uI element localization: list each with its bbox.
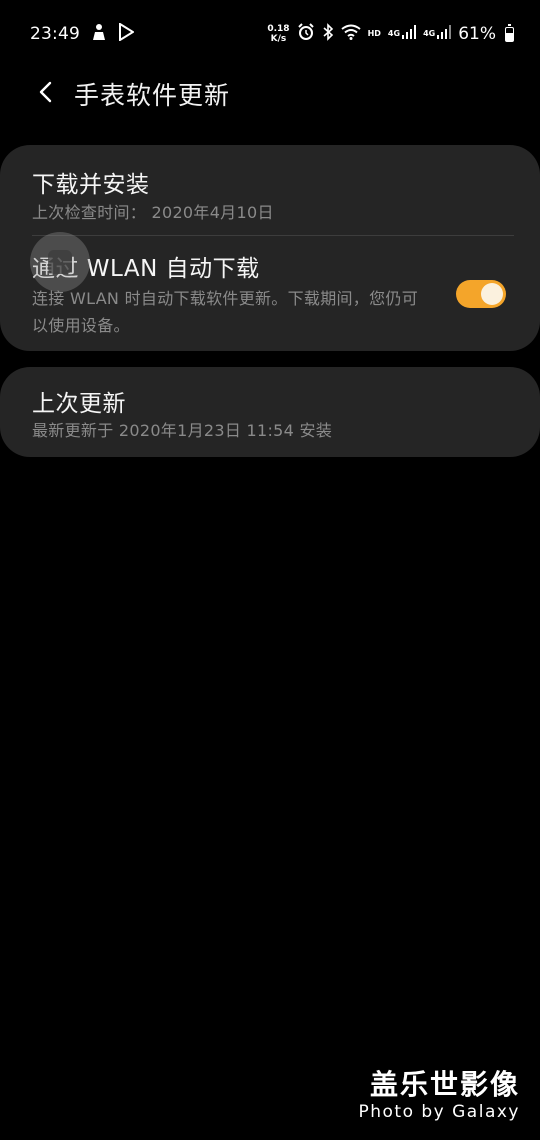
last-update-item[interactable]: 上次更新 最新更新于 2020年1月23日 11:54 安装 <box>0 367 540 457</box>
watermark-title: 盖乐世影像 <box>369 1068 520 1101</box>
wifi-icon <box>340 24 361 45</box>
touch-indicator <box>30 232 90 292</box>
network-type-1: 4G <box>387 29 401 38</box>
person-notification-icon <box>90 23 108 46</box>
download-install-subtitle: 上次检查时间： 2020年4月10日 <box>32 203 274 222</box>
network-type-2: 4G <box>423 29 436 38</box>
status-bar: 23:49 0.18 K/s HD 4G 4G 61% <box>0 0 540 68</box>
divider <box>32 235 514 236</box>
wlan-auto-download-toggle[interactable] <box>456 280 506 308</box>
signal-group-1: 4G <box>387 24 417 44</box>
wlan-auto-download-subtitle: 连接 WLAN 时自动下载软件更新。下载期间，您仍可以使用设备。 <box>32 289 418 335</box>
download-install-title: 下载并安装 <box>32 172 150 198</box>
battery-icon <box>505 23 514 42</box>
last-update-subtitle: 最新更新于 2020年1月23日 11:54 安装 <box>32 421 333 440</box>
screen: 23:49 0.18 K/s HD 4G 4G 61% 手表软件更新 下载并安装… <box>0 0 540 1140</box>
chevron-left-icon <box>36 80 56 108</box>
network-speed: 0.18 K/s <box>267 24 289 44</box>
signal-icon <box>402 24 417 44</box>
status-left: 23:49 <box>30 21 135 46</box>
toggle-knob <box>481 283 503 305</box>
watermark-subtitle: Photo by Galaxy <box>358 1102 520 1122</box>
last-update-title: 上次更新 <box>32 391 126 417</box>
page-title: 手表软件更新 <box>74 81 231 110</box>
back-button[interactable] <box>24 72 68 116</box>
hd-label: HD <box>367 29 381 38</box>
app-header: 手表软件更新 <box>0 70 540 118</box>
play-store-icon <box>118 21 135 46</box>
status-right: 0.18 K/s HD 4G 4G 61% <box>267 22 514 46</box>
signal-group-2: 4G <box>423 24 452 44</box>
battery-percent: 61% <box>458 24 496 44</box>
bluetooth-icon <box>322 22 334 46</box>
network-speed-unit: K/s <box>270 34 287 44</box>
signal-icon <box>437 24 452 44</box>
watermark: 盖乐世影像 Photo by Galaxy <box>358 1068 520 1122</box>
network-speed-value: 0.18 <box>267 24 290 34</box>
alarm-icon <box>297 22 315 46</box>
download-install-item[interactable]: 下载并安装 上次检查时间： 2020年4月10日 <box>0 161 540 235</box>
status-time: 23:49 <box>30 24 80 44</box>
